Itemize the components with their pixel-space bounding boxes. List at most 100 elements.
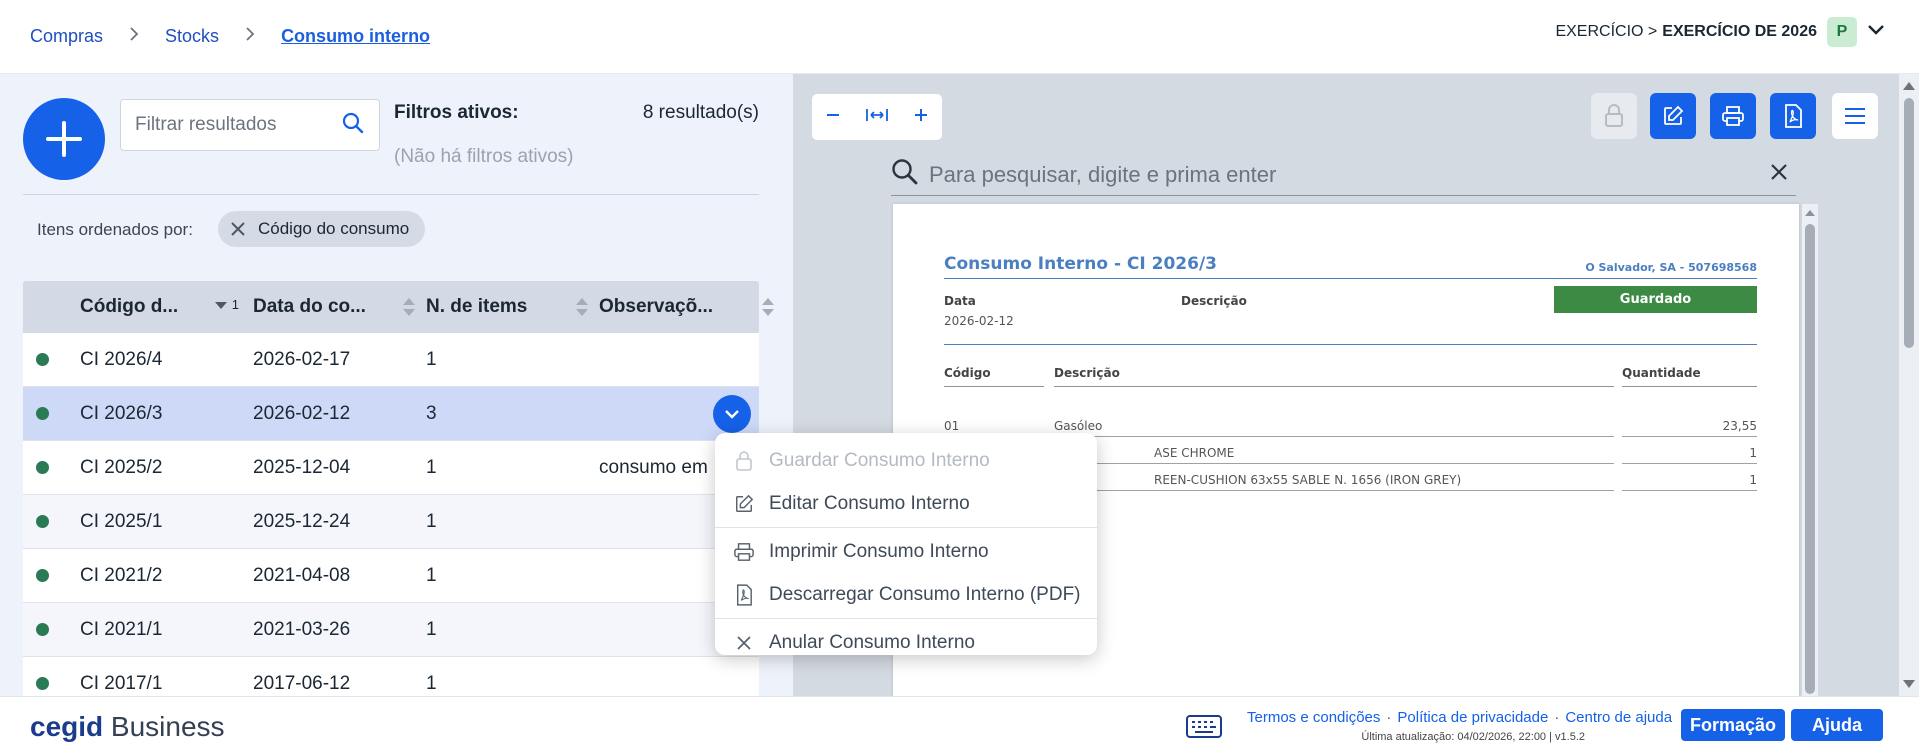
breadcrumb-stocks[interactable]: Stocks (165, 26, 219, 47)
header-observations[interactable]: Observaçõ... (599, 281, 774, 333)
close-icon[interactable] (230, 221, 246, 237)
print-button[interactable] (1710, 93, 1756, 139)
footer-links: Termos e condições · Política de privaci… (1247, 709, 1672, 726)
doc-line-description: REEN-CUSHION 63x55 SABLE N. 1656 (IRON G… (1054, 473, 1614, 491)
table-row[interactable]: CI 2026/4 2026-02-17 1 (23, 333, 759, 387)
header-status (23, 281, 80, 333)
sort-desc-icon: 1 (214, 297, 239, 312)
sort-icon (402, 297, 416, 323)
help-button[interactable]: Ajuda (1791, 709, 1883, 741)
breadcrumb-compras[interactable]: Compras (30, 26, 103, 47)
pdf-icon (733, 583, 755, 606)
link-privacy[interactable]: Política de privacidade (1397, 709, 1548, 726)
search-icon (891, 158, 919, 191)
exercise-selector[interactable]: EXERCÍCIO > EXERCÍCIO DE 2026 P (1555, 17, 1885, 47)
zoom-out-icon[interactable] (825, 107, 841, 128)
document-scrollbar[interactable] (1802, 204, 1818, 696)
zoom-controls (812, 94, 942, 140)
sort-index: 1 (231, 297, 239, 312)
link-help-center[interactable]: Centro de ajuda (1565, 709, 1672, 726)
cell-code: CI 2021/2 (80, 564, 163, 586)
training-button[interactable]: Formação (1681, 709, 1785, 741)
viewer-scrollbar[interactable] (1899, 74, 1919, 696)
divider (944, 344, 1757, 345)
row-context-menu: Guardar Consumo Interno Editar Consumo I… (715, 433, 1097, 655)
header-date-label: Data do co... (253, 296, 366, 317)
status-dot (36, 515, 49, 528)
menu-item-save-label: Guardar Consumo Interno (769, 449, 990, 471)
breadcrumb: Compras Stocks Consumo interno (30, 26, 430, 47)
add-button[interactable] (23, 98, 105, 180)
chevron-down-icon[interactable] (1867, 23, 1885, 41)
header-items[interactable]: N. de items (426, 281, 599, 333)
header-code[interactable]: Código d... 1 (80, 281, 253, 333)
breadcrumb-consumo-interno[interactable]: Consumo interno (281, 26, 430, 47)
close-icon[interactable] (1770, 163, 1788, 186)
status-dot (36, 353, 49, 366)
zoom-in-icon[interactable] (913, 107, 929, 128)
document-company: O Salvador, SA - 507698568 (1585, 261, 1757, 274)
menu-item-save[interactable]: Guardar Consumo Interno (715, 439, 1097, 482)
scroll-up-icon (1903, 82, 1915, 90)
doc-line-quantity: 1 (1622, 446, 1757, 464)
search-icon[interactable] (341, 111, 365, 140)
results-table: Código d... 1 Data do co... N. de items (23, 281, 774, 696)
fit-width-icon[interactable] (866, 107, 888, 128)
link-separator: · (1386, 709, 1392, 726)
hamburger-icon (1845, 108, 1865, 124)
menu-divider (715, 618, 1097, 619)
filter-input[interactable] (135, 114, 325, 136)
cell-date: 2017-06-12 (253, 672, 351, 694)
filter-search-box (120, 99, 380, 151)
menu-item-cancel-label: Anular Consumo Interno (769, 631, 975, 653)
table-row[interactable]: CI 2021/2 2021-04-08 1 (23, 549, 759, 603)
scroll-down-icon (1903, 680, 1915, 688)
doc-header-description: Descrição (1054, 366, 1614, 387)
cell-date: 2026-02-12 (253, 402, 351, 424)
sort-chip[interactable]: Código do consumo (218, 211, 426, 247)
lock-icon (733, 450, 755, 471)
menu-divider (715, 527, 1097, 528)
document-title: Consumo Interno - CI 2026/3 (944, 254, 1218, 274)
header-date[interactable]: Data do co... (253, 281, 426, 333)
scroll-thumb[interactable] (1805, 224, 1815, 694)
printer-icon (733, 542, 755, 562)
sort-icon (761, 297, 775, 323)
edit-icon (1664, 105, 1684, 125)
link-terms[interactable]: Termos e condições (1247, 709, 1380, 726)
cell-items: 1 (426, 564, 437, 586)
table-row[interactable]: CI 2025/1 2025-12-24 1 (23, 495, 759, 549)
pdf-button[interactable] (1770, 93, 1816, 139)
chevron-right-icon (129, 26, 139, 47)
brand-name-b: Business (110, 711, 225, 742)
exercise-prefix: EXERCÍCIO > (1555, 23, 1658, 40)
scroll-thumb[interactable] (1904, 98, 1914, 348)
status-dot (36, 407, 49, 420)
table-row[interactable]: CI 2021/1 2021-03-26 1 (23, 603, 759, 657)
menu-item-download[interactable]: Descarregar Consumo Interno (PDF) (715, 573, 1097, 616)
link-separator: · (1554, 709, 1560, 726)
doc-line-description: ASE CHROME (1054, 446, 1614, 464)
row-actions-button[interactable] (713, 395, 751, 433)
scroll-up-icon (1805, 210, 1815, 216)
avatar[interactable]: P (1827, 17, 1857, 47)
result-count: 8 resultado(s) (642, 102, 759, 123)
sort-chip-label: Código do consumo (258, 219, 410, 238)
cell-code: CI 2021/1 (80, 618, 163, 640)
status-dot (36, 461, 49, 474)
status-dot (36, 623, 49, 636)
menu-item-cancel[interactable]: Anular Consumo Interno (715, 621, 1097, 664)
document-search-input[interactable] (929, 161, 1729, 188)
menu-item-print[interactable]: Imprimir Consumo Interno (715, 530, 1097, 573)
table-row[interactable]: CI 2025/2 2025-12-04 1 consumo em (23, 441, 759, 495)
table-row[interactable]: CI 2017/1 2017-06-12 1 (23, 657, 759, 696)
keyboard-icon[interactable] (1186, 713, 1222, 744)
cell-date: 2025-12-24 (253, 510, 351, 532)
table-row-selected[interactable]: CI 2026/3 2026-02-12 3 (23, 387, 759, 441)
status-badge: Guardado (1554, 286, 1757, 313)
edit-button[interactable] (1650, 93, 1696, 139)
menu-button[interactable] (1832, 93, 1878, 139)
menu-item-edit[interactable]: Editar Consumo Interno (715, 482, 1097, 525)
lock-icon (1605, 104, 1623, 127)
status-dot (36, 569, 49, 582)
